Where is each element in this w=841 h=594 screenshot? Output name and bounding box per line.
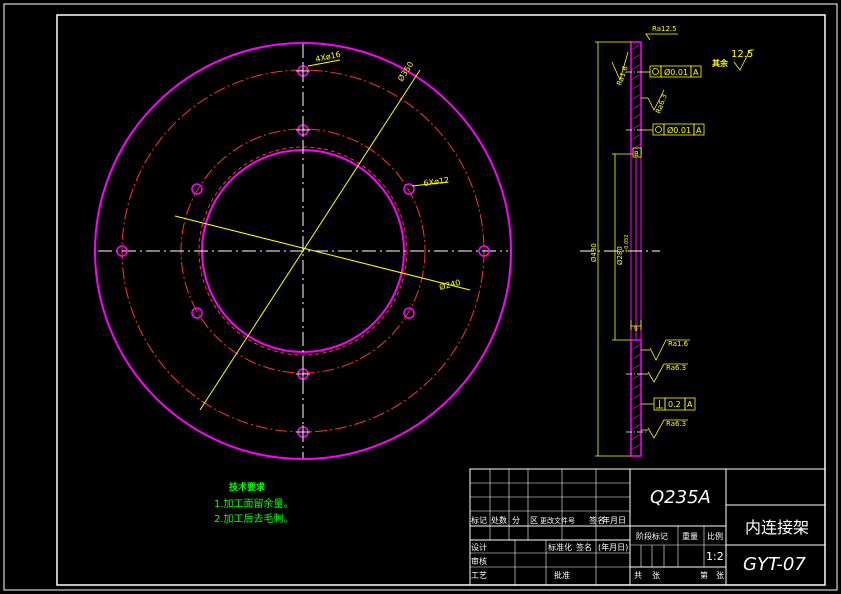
dim-fit-tol: +0.052 bbox=[624, 234, 630, 253]
outer-border bbox=[3, 3, 838, 591]
tech-item-2: 2.加工后去毛刺。 bbox=[214, 513, 294, 525]
tb-signature-2: 签名 bbox=[576, 542, 592, 552]
tb-material: Q235A bbox=[650, 487, 711, 508]
tolerance-frame-1: Ø0.01 A bbox=[641, 65, 702, 78]
tb-sheets: 张 bbox=[652, 571, 660, 580]
tol-1-value: Ø0.01 bbox=[664, 67, 688, 77]
tolerance-frame-3: 0.2 A bbox=[641, 397, 696, 411]
dim-leader-inner bbox=[174, 215, 471, 291]
datum-b: B bbox=[634, 150, 639, 158]
cad-drawing: 4Xø16 Ø350 6Xø12 Ø240 Ø0.01 A Ø0.01 A 0.… bbox=[3, 3, 838, 591]
tb-scale-value: 1:2 bbox=[706, 550, 724, 563]
tb-process: 工艺 bbox=[471, 571, 487, 580]
tb-division: 分 bbox=[512, 516, 520, 525]
dim-overall: Ø430 bbox=[590, 243, 598, 262]
section-dimensions bbox=[595, 33, 754, 457]
tb-standardized: 标准化 bbox=[548, 542, 572, 552]
hole-inner bbox=[191, 307, 203, 319]
roughness-1: Ra1.6 bbox=[615, 65, 630, 87]
tol-3-datum: A bbox=[687, 400, 693, 409]
roughness-2: Ra6.3 bbox=[654, 93, 668, 115]
tb-sheet: 张 bbox=[716, 571, 724, 580]
other-roughness-value: 12.5 bbox=[731, 49, 753, 60]
tb-title: 内连接架 bbox=[745, 518, 809, 537]
tb-mark: 标记 bbox=[471, 515, 487, 525]
dim-leader-diagonal bbox=[199, 69, 421, 411]
dim-fit: Ø280 bbox=[616, 246, 624, 265]
tb-date: 年月日 bbox=[602, 515, 626, 525]
tech-heading: 技术要求 bbox=[229, 481, 266, 493]
tech-requirements: 技术要求 1.加工面留余量。 2.加工后去毛刺。 bbox=[214, 481, 294, 525]
roughness-5: Ra6.3 bbox=[666, 420, 686, 428]
roughness-top: Ra12.5 bbox=[652, 25, 677, 33]
tb-count: 处数 bbox=[491, 515, 507, 525]
tb-date-2: (年月日) bbox=[598, 542, 628, 552]
tol-3-value: 0.2 bbox=[668, 400, 681, 409]
dim-hole-pcd-label: Ø350 bbox=[395, 60, 415, 84]
roughness-3: Ra1.6 bbox=[668, 340, 689, 348]
tb-total: 共 bbox=[634, 571, 642, 580]
hole-inner bbox=[191, 183, 203, 195]
dim-holes-inner-label: 6Xø12 bbox=[423, 175, 450, 187]
tb-checked: 审核 bbox=[471, 556, 487, 566]
tb-drawing-no: GYT-07 bbox=[743, 554, 806, 575]
hole-inner bbox=[403, 307, 415, 319]
dim-inner-label: Ø240 bbox=[438, 277, 461, 292]
tb-weight: 重量 bbox=[682, 531, 698, 541]
tol-2-value: Ø0.01 bbox=[667, 125, 691, 135]
roughness-4: Ra6.3 bbox=[666, 364, 686, 372]
tb-designed: 设计 bbox=[471, 542, 487, 552]
section-view: Ø0.01 A Ø0.01 A 0.2 A B Ra12.5 Ra1.6 Ra6… bbox=[580, 25, 754, 457]
tb-scale-label: 比例 bbox=[707, 531, 723, 541]
tb-approved: 批准 bbox=[554, 570, 570, 580]
tolerance-frame-2: Ø0.01 A bbox=[641, 123, 705, 136]
front-view: 4Xø16 Ø350 6Xø12 Ø240 bbox=[94, 42, 512, 460]
dim-thickness: 9 bbox=[634, 326, 638, 333]
tol-2-datum: A bbox=[696, 126, 702, 135]
title-block-text: 标记 处数 分 区 更改文件号 签名 年月日 设计 审核 工艺 标准化 签名 (… bbox=[471, 487, 809, 580]
tol-1-datum: A bbox=[693, 68, 699, 77]
tb-stage-mark: 阶段标记 bbox=[636, 531, 668, 541]
other-roughness-label: 其余 bbox=[712, 58, 729, 68]
tb-zone: 区 bbox=[530, 516, 538, 525]
tb-change-doc: 更改文件号 bbox=[540, 516, 575, 525]
tb-sheet-no: 第 bbox=[700, 570, 708, 580]
tech-item-1: 1.加工面留余量。 bbox=[214, 497, 294, 510]
